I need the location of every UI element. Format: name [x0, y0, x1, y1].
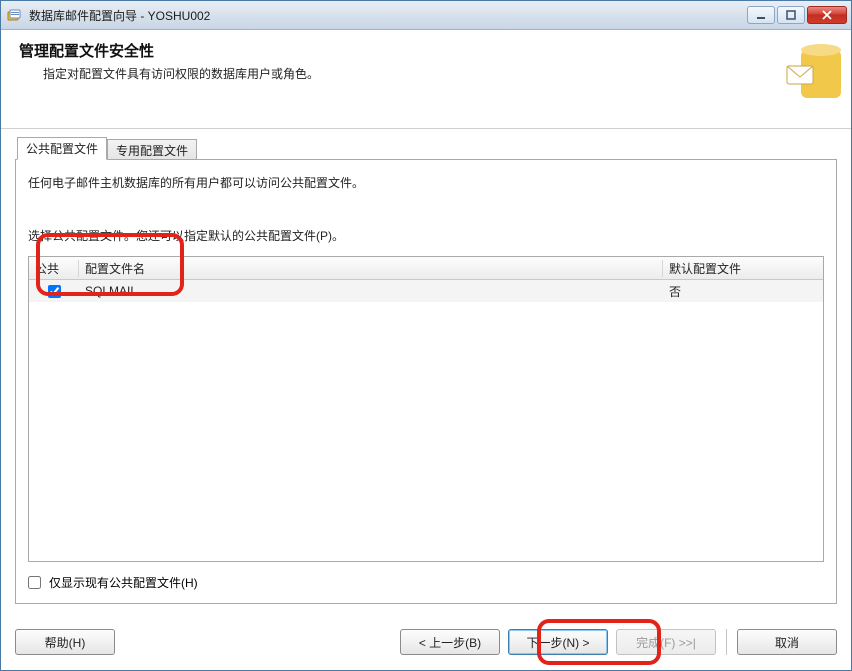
filter-row: 仅显示现有公共配置文件(H)	[28, 574, 824, 591]
show-only-existing-checkbox[interactable]	[28, 576, 41, 589]
help-button[interactable]: 帮助(H)	[15, 629, 115, 655]
content-area: 管理配置文件安全性 指定对配置文件具有访问权限的数据库用户或角色。 公共配置文件…	[1, 30, 851, 670]
header-graphic-icon	[781, 36, 851, 106]
finish-button: 完成(F) >>|	[616, 629, 716, 655]
back-button[interactable]: < 上一步(B)	[400, 629, 500, 655]
cell-profile-name: SQLMAIL	[79, 284, 663, 298]
maximize-button[interactable]	[777, 6, 805, 24]
panel-instruction: 选择公共配置文件。您还可以指定默认的公共配置文件(P)。	[28, 227, 824, 244]
tab-panel-public: 任何电子邮件主机数据库的所有用户都可以访问公共配置文件。 选择公共配置文件。您还…	[15, 159, 837, 604]
minimize-button[interactable]	[747, 6, 775, 24]
tabs: 公共配置文件 专用配置文件	[15, 137, 837, 159]
table-row[interactable]: SQLMAIL 否	[29, 280, 823, 302]
app-icon	[7, 7, 23, 23]
profiles-grid: 公共 配置文件名 默认配置文件 SQLMAIL 否	[28, 256, 824, 562]
window-controls	[747, 6, 847, 24]
column-public[interactable]: 公共	[29, 260, 79, 277]
show-only-existing-label: 仅显示现有公共配置文件(H)	[49, 574, 198, 591]
button-separator	[726, 629, 727, 655]
grid-body: SQLMAIL 否	[29, 280, 823, 561]
titlebar: 数据库邮件配置向导 - YOSHU002	[1, 1, 851, 30]
cell-public-checkbox	[29, 285, 79, 298]
cell-default-value[interactable]: 否	[663, 283, 823, 300]
wizard-window: 数据库邮件配置向导 - YOSHU002 管理配置文件安全性 指定对配置文件具有…	[0, 0, 852, 671]
tab-public-profiles[interactable]: 公共配置文件	[17, 137, 107, 160]
column-profile-name[interactable]: 配置文件名	[79, 260, 663, 277]
tab-private-profiles[interactable]: 专用配置文件	[107, 139, 197, 161]
page-subtitle: 指定对配置文件具有访问权限的数据库用户或角色。	[43, 65, 833, 82]
wizard-header: 管理配置文件安全性 指定对配置文件具有访问权限的数据库用户或角色。	[1, 30, 851, 129]
next-button[interactable]: 下一步(N) >	[508, 629, 608, 655]
grid-header: 公共 配置文件名 默认配置文件	[29, 257, 823, 280]
wizard-footer: 帮助(H) < 上一步(B) 下一步(N) > 完成(F) >>| 取消	[1, 614, 851, 670]
page-title: 管理配置文件安全性	[19, 40, 833, 61]
cancel-button[interactable]: 取消	[737, 629, 837, 655]
wizard-body: 公共配置文件 专用配置文件 任何电子邮件主机数据库的所有用户都可以访问公共配置文…	[1, 129, 851, 614]
column-default-profile[interactable]: 默认配置文件	[663, 260, 823, 277]
window-title: 数据库邮件配置向导 - YOSHU002	[29, 7, 747, 24]
profile-public-checkbox[interactable]	[48, 285, 61, 298]
panel-description: 任何电子邮件主机数据库的所有用户都可以访问公共配置文件。	[28, 174, 824, 191]
close-button[interactable]	[807, 6, 847, 24]
